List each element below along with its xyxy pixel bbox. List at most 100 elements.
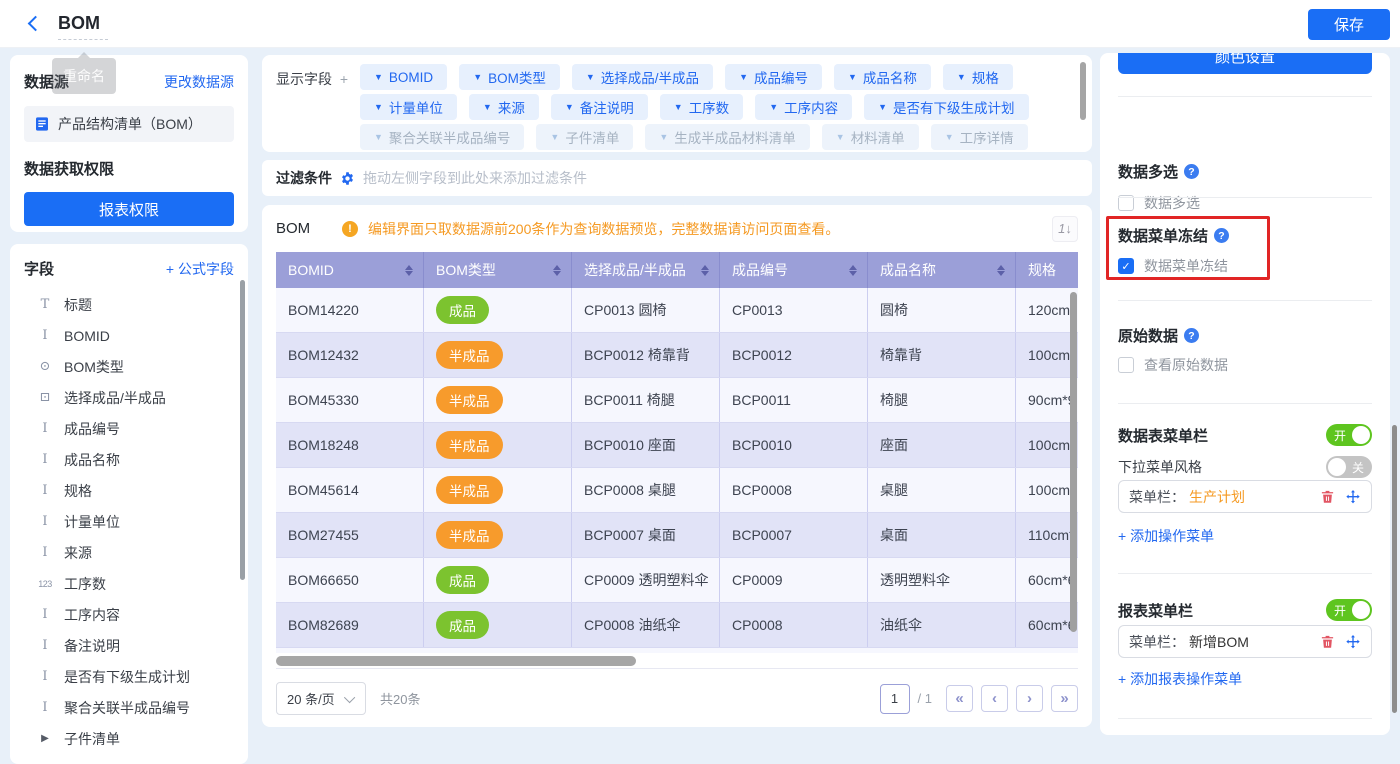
sort-icon[interactable]: [553, 265, 561, 276]
table-row[interactable]: BOM18248 半成品 BCP0010 座面 BCP0010 座面 100cm…: [276, 423, 1078, 468]
prev-page-button[interactable]: ‹: [981, 685, 1008, 712]
color-settings-button[interactable]: 颜色设置: [1118, 53, 1372, 74]
field-chip[interactable]: ▼BOMID: [360, 64, 447, 90]
field-chip-disabled[interactable]: ▼材料清单: [822, 124, 919, 150]
menu-freeze-checkbox[interactable]: ✓: [1118, 258, 1134, 274]
table-row[interactable]: BOM45614 半成品 BCP0008 桌腿 BCP0008 桌腿 100cm…: [276, 468, 1078, 513]
add-display-field-button[interactable]: +: [340, 71, 348, 87]
field-item[interactable]: I来源: [24, 537, 234, 568]
first-page-button[interactable]: «: [946, 685, 973, 712]
save-button[interactable]: 保存: [1308, 9, 1390, 40]
page-title[interactable]: BOM: [58, 13, 108, 40]
change-datasource-link[interactable]: 更改数据源: [164, 72, 234, 92]
sort-icon[interactable]: [701, 265, 709, 276]
field-chip[interactable]: ▼备注说明: [551, 94, 648, 120]
help-icon[interactable]: ?: [1214, 228, 1229, 243]
move-icon[interactable]: [1345, 489, 1361, 505]
table-row[interactable]: BOM14220 成品 CP0013 圆椅 CP0013 圆椅 120cm*: [276, 288, 1078, 333]
table-menu-toggle[interactable]: 开: [1326, 424, 1372, 446]
field-chip[interactable]: ▼BOM类型: [459, 64, 560, 90]
help-icon[interactable]: ?: [1184, 164, 1199, 179]
help-icon[interactable]: ?: [1184, 328, 1199, 343]
last-page-button[interactable]: »: [1051, 685, 1078, 712]
field-chip[interactable]: ▼计量单位: [360, 94, 457, 120]
field-item[interactable]: I是否有下级生成计划: [24, 661, 234, 692]
column-header[interactable]: 规格: [1016, 252, 1078, 288]
field-chip[interactable]: ▼成品编号: [725, 64, 822, 90]
field-item[interactable]: 123工序数: [24, 568, 234, 599]
table-header-row: BOMID BOM类型 选择成品/半成品 成品编号 成品名称 规格: [276, 252, 1078, 288]
field-chip-disabled[interactable]: ▼工序详情: [931, 124, 1028, 150]
total-count: 共20条: [380, 689, 420, 708]
dropdown-style-toggle[interactable]: 关: [1326, 456, 1372, 478]
field-chip-disabled[interactable]: ▼聚合关联半成品编号: [360, 124, 524, 150]
add-report-action-menu-link[interactable]: + 添加报表操作菜单: [1118, 669, 1242, 689]
column-header[interactable]: BOMID: [276, 252, 424, 288]
table-row[interactable]: BOM45330 半成品 BCP0011 椅腿 BCP0011 椅腿 90cm*…: [276, 378, 1078, 423]
menu-bar-item[interactable]: 菜单栏： 生产计划: [1118, 480, 1372, 513]
field-item[interactable]: I聚合关联半成品编号: [24, 692, 234, 723]
gear-icon[interactable]: [340, 171, 355, 186]
field-chip-disabled[interactable]: ▼子件清单: [536, 124, 633, 150]
add-formula-field-link[interactable]: + 公式字段: [166, 259, 234, 279]
field-item[interactable]: ⊡选择成品/半成品: [24, 382, 234, 413]
field-chip[interactable]: ▼是否有下级生成计划: [864, 94, 1028, 120]
field-item[interactable]: ⊙BOM类型: [24, 351, 234, 382]
field-item[interactable]: T标题: [24, 289, 234, 320]
delete-icon[interactable]: [1320, 634, 1335, 649]
column-header[interactable]: 成品名称: [868, 252, 1016, 288]
table-row[interactable]: BOM66650 成品 CP0009 透明塑料伞 CP0009 透明塑料伞 60…: [276, 558, 1078, 603]
sort-icon[interactable]: [849, 265, 857, 276]
sort-order-button[interactable]: 1↓: [1052, 216, 1078, 242]
filter-bar[interactable]: 过滤条件 拖动左侧字段到此处来添加过滤条件: [262, 160, 1092, 196]
page-number-input[interactable]: [880, 684, 910, 714]
datasource-item[interactable]: 产品结构清单（BOM）: [24, 106, 234, 142]
horizontal-scrollbar-track[interactable]: [276, 656, 1078, 666]
menu-bar-item[interactable]: 菜单栏： 新增BOM: [1118, 625, 1372, 658]
field-item[interactable]: I工序内容: [24, 599, 234, 630]
add-action-menu-link[interactable]: + 添加操作菜单: [1118, 526, 1214, 546]
status-badge: 成品: [436, 611, 489, 639]
status-badge: 半成品: [436, 431, 503, 459]
page-size-select[interactable]: 20 条/页: [276, 682, 366, 715]
next-page-button[interactable]: ›: [1016, 685, 1043, 712]
field-chip[interactable]: ▼来源: [469, 94, 539, 120]
report-menu-toggle[interactable]: 开: [1326, 599, 1372, 621]
field-chip[interactable]: ▼规格: [943, 64, 1013, 90]
raw-data-checkbox[interactable]: [1118, 357, 1134, 373]
field-chip[interactable]: ▼选择成品/半成品: [572, 64, 713, 90]
sort-icon[interactable]: [997, 265, 1005, 276]
horizontal-scrollbar[interactable]: [276, 656, 636, 666]
field-chip[interactable]: ▼成品名称: [834, 64, 931, 90]
field-item[interactable]: IBOMID: [24, 320, 234, 351]
divider: [1118, 718, 1372, 719]
field-item[interactable]: I成品编号: [24, 413, 234, 444]
back-icon[interactable]: [28, 17, 40, 29]
chevron-down-icon: ▼: [945, 132, 954, 142]
table-row[interactable]: BOM27455 半成品 BCP0007 桌面 BCP0007 桌面 110cm…: [276, 513, 1078, 558]
field-item[interactable]: I计量单位: [24, 506, 234, 537]
field-item[interactable]: I规格: [24, 475, 234, 506]
fields-scrollbar[interactable]: [240, 280, 245, 580]
field-item[interactable]: ▶子件清单: [24, 723, 234, 754]
heading-icon: T: [36, 297, 54, 312]
table-vertical-scrollbar[interactable]: [1070, 292, 1077, 632]
column-header[interactable]: 选择成品/半成品: [572, 252, 720, 288]
table-menu-title: 数据表菜单栏: [1118, 425, 1208, 446]
table-row[interactable]: BOM82689 成品 CP0008 油纸伞 CP0008 油纸伞 60cm*6: [276, 603, 1078, 648]
column-header[interactable]: BOM类型: [424, 252, 572, 288]
display-fields-scrollbar[interactable]: [1080, 62, 1086, 120]
field-chip[interactable]: ▼工序内容: [755, 94, 852, 120]
move-icon[interactable]: [1345, 634, 1361, 650]
field-item[interactable]: I备注说明: [24, 630, 234, 661]
expand-icon[interactable]: ▶: [36, 733, 54, 744]
delete-icon[interactable]: [1320, 489, 1335, 504]
settings-scrollbar[interactable]: [1392, 425, 1397, 713]
report-permission-button[interactable]: 报表权限: [24, 192, 234, 226]
sort-icon[interactable]: [405, 265, 413, 276]
table-row[interactable]: BOM12432 半成品 BCP0012 椅靠背 BCP0012 椅靠背 100…: [276, 333, 1078, 378]
field-chip-disabled[interactable]: ▼生成半成品材料清单: [645, 124, 809, 150]
column-header[interactable]: 成品编号: [720, 252, 868, 288]
field-item[interactable]: I成品名称: [24, 444, 234, 475]
field-chip[interactable]: ▼工序数: [660, 94, 743, 120]
